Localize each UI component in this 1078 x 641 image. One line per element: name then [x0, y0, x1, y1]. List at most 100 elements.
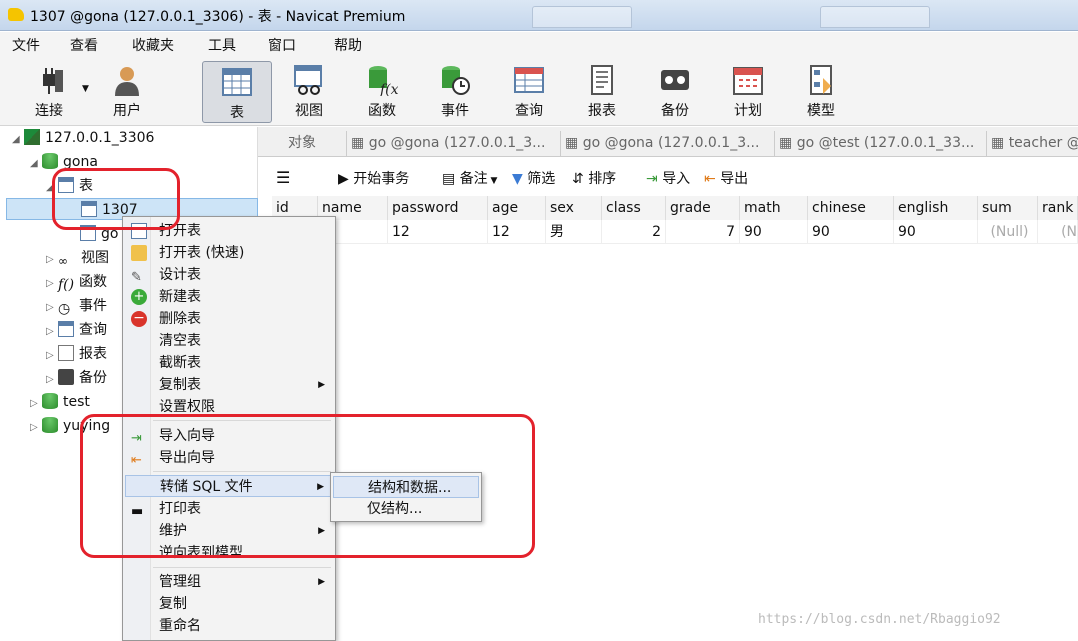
expand-arrow-icon[interactable]: ▷ [46, 297, 58, 319]
collapse-arrow-icon[interactable]: ◢ [12, 129, 24, 151]
column-header[interactable]: math [740, 196, 808, 220]
button-label: 导出 [720, 171, 749, 187]
column-header[interactable]: password [388, 196, 488, 220]
view-label: 视图 [295, 103, 323, 119]
column-header[interactable]: sex [546, 196, 602, 220]
table-cell[interactable]: 90 [894, 220, 978, 244]
function-button[interactable]: f(x) 函数 [347, 60, 417, 122]
connect-button[interactable]: 连接 [14, 60, 84, 122]
submenu-arrow-icon: ▶ [318, 380, 325, 390]
tree-node-functions[interactable]: ▷ f() 函数 [46, 271, 107, 293]
schedule-label: 计划 [734, 103, 762, 119]
tab-teacher[interactable]: ▦ teacher @ [986, 131, 1078, 157]
table-cell[interactable]: 90 [740, 220, 808, 244]
report-icon [58, 345, 74, 361]
tab-go-test[interactable]: ▦ go @test (127.0.0.1_33... [774, 131, 986, 157]
menu-item-label: 管理组 [159, 574, 201, 590]
query-button[interactable]: 查询 [494, 60, 564, 122]
collapse-arrow-icon[interactable]: ◢ [30, 153, 42, 175]
menu-item-delete-table[interactable]: − 删除表 [125, 308, 333, 330]
note-button[interactable]: ▤ 备注 ▼ [442, 168, 497, 188]
event-icon [442, 66, 470, 95]
menu-favorites[interactable]: 收藏夹 [132, 35, 174, 55]
expand-arrow-icon[interactable]: ▷ [30, 393, 42, 415]
tree-node-label: 备份 [79, 370, 107, 386]
table-icon: ▦ [779, 135, 797, 151]
menu-item-label: 设置权限 [159, 399, 215, 415]
column-header[interactable]: class [602, 196, 666, 220]
report-button[interactable]: 报表 [567, 60, 637, 122]
pencil-icon: ✎ [131, 270, 142, 285]
table-label: 表 [230, 105, 244, 121]
table-cell[interactable]: 2 [602, 220, 666, 244]
table-cell[interactable]: 12 [388, 220, 488, 244]
tree-node-label: 127.0.0.1_3306 [45, 130, 155, 146]
export-button[interactable]: ⇤ 导出 [704, 168, 748, 188]
menu-window[interactable]: 窗口 [268, 35, 296, 55]
view-button[interactable]: 视图 [274, 60, 344, 122]
column-header[interactable]: rank [1038, 196, 1078, 220]
tab-bar: 对象 ▦ go @gona (127.0.0.1_3... ▦ go @gona… [258, 127, 1078, 157]
button-label: 备注 [459, 171, 488, 187]
menu-item-empty-table[interactable]: 清空表 [125, 330, 333, 352]
menu-help[interactable]: 帮助 [334, 35, 362, 55]
column-header[interactable]: english [894, 196, 978, 220]
tab-go-gona-2[interactable]: ▦ go @gona (127.0.0.1_3... [560, 131, 774, 157]
tree-node-label: 查询 [79, 322, 107, 338]
tab-go-gona-1[interactable]: ▦ go @gona (127.0.0.1_3... [346, 131, 560, 157]
menu-view[interactable]: 查看 [70, 35, 98, 55]
table-button[interactable]: 表 [202, 61, 272, 123]
column-header[interactable]: sum [978, 196, 1038, 220]
menu-file[interactable]: 文件 [12, 35, 40, 55]
menu-item-copy[interactable]: 复制 [125, 593, 333, 615]
sort-button[interactable]: ⇵ 排序 [572, 168, 616, 188]
title-bar: 1307 @gona (127.0.0.1_3306) - 表 - Navica… [0, 0, 1078, 31]
expand-arrow-icon[interactable]: ▷ [46, 369, 58, 391]
table-cell[interactable]: 12 [488, 220, 546, 244]
tab-objects[interactable]: 对象 [258, 131, 346, 157]
menu-item-label: 新建表 [159, 289, 201, 305]
begin-transaction-button[interactable]: ▶ 开始事务 [338, 168, 409, 188]
table-icon: ▦ [351, 135, 369, 151]
tree-node-events[interactable]: ▷ ◷ 事件 [46, 295, 107, 317]
menu-tools[interactable]: 工具 [208, 35, 236, 55]
column-header[interactable]: grade [666, 196, 740, 220]
menu-item-duplicate-table[interactable]: 复制表 ▶ [125, 374, 333, 396]
user-label: 用户 [113, 103, 141, 119]
event-button[interactable]: 事件 [420, 60, 490, 122]
expand-arrow-icon[interactable]: ▷ [46, 345, 58, 367]
table-cell[interactable]: 男 [546, 220, 602, 244]
column-header[interactable]: age [488, 196, 546, 220]
table-cell-null[interactable]: (N [1038, 220, 1078, 244]
tree-node-db-test[interactable]: ▷ test [30, 391, 90, 413]
hamburger-menu-icon[interactable]: ☰ [276, 168, 290, 187]
model-button[interactable]: 模型 [786, 60, 856, 122]
table-cell[interactable]: 90 [808, 220, 894, 244]
tree-node-reports[interactable]: ▷ 报表 [46, 343, 107, 365]
menu-item-rename[interactable]: 重命名 [125, 615, 333, 637]
tree-node-queries[interactable]: ▷ 查询 [46, 319, 107, 341]
expand-arrow-icon[interactable]: ▷ [46, 321, 58, 343]
menu-item-new-table[interactable]: + 新建表 [125, 286, 333, 308]
expand-arrow-icon[interactable]: ▷ [46, 249, 58, 271]
schedule-button[interactable]: 计划 [713, 60, 783, 122]
filter-button[interactable]: ▼ 筛选 [512, 168, 555, 188]
menu-item-design-table[interactable]: ✎ 设计表 [125, 264, 333, 286]
import-button[interactable]: ⇥ 导入 [646, 168, 690, 188]
menu-item-open-table-fast[interactable]: 打开表 (快速) [125, 242, 333, 264]
tree-node-views[interactable]: ▷ ∞ 视图 [46, 247, 109, 269]
menu-item-manage-group[interactable]: 管理组 ▶ [125, 571, 333, 593]
expand-arrow-icon[interactable]: ▷ [30, 417, 42, 439]
background-window-tab [820, 6, 930, 28]
column-header[interactable]: chinese [808, 196, 894, 220]
expand-arrow-icon[interactable]: ▷ [46, 273, 58, 295]
menu-item-truncate-table[interactable]: 截断表 [125, 352, 333, 374]
tree-node-server[interactable]: ◢ 127.0.0.1_3306 [12, 127, 154, 149]
chevron-down-icon[interactable]: ▼ [82, 84, 89, 94]
user-button[interactable]: 用户 [92, 60, 162, 122]
backup-button[interactable]: 备份 [640, 60, 710, 122]
tree-node-backups[interactable]: ▷ 备份 [46, 367, 107, 389]
table-cell-null[interactable]: (Null) [978, 220, 1038, 244]
table-cell[interactable]: 7 [666, 220, 740, 244]
tree-node-label: 视图 [81, 250, 109, 266]
